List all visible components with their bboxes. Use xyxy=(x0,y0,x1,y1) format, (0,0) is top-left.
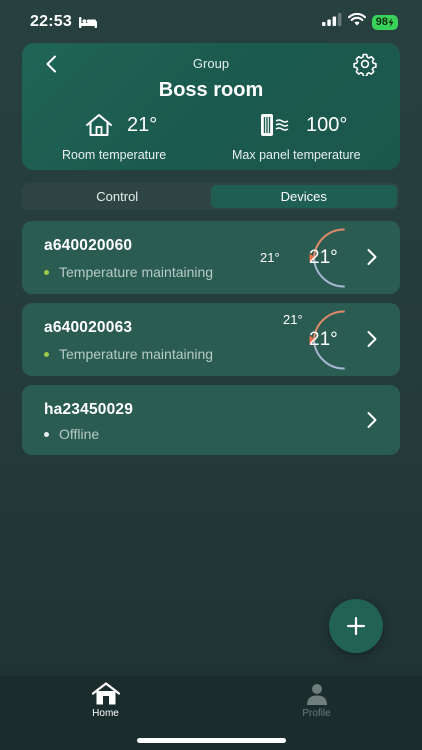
device-card[interactable]: a640020060 Temperature maintaining 21° 2… xyxy=(22,221,400,294)
device-card[interactable]: a640020063 Temperature maintaining 21° 2… xyxy=(22,303,400,376)
gauge-current-temp: 21° xyxy=(309,329,338,350)
tab-control[interactable]: Control xyxy=(24,185,211,208)
gear-icon xyxy=(353,53,377,76)
add-device-button[interactable] xyxy=(329,599,383,653)
gauge-arc xyxy=(309,310,345,370)
chevron-right-icon xyxy=(367,412,377,428)
status-dot xyxy=(44,431,49,437)
device-status: Temperature maintaining xyxy=(44,346,213,362)
status-dot xyxy=(44,269,49,275)
plus-icon xyxy=(346,616,366,636)
tab-devices[interactable]: Devices xyxy=(210,185,397,208)
device-status: Temperature maintaining xyxy=(44,264,213,280)
group-header-card: Group Boss room 21° Room temperature 100… xyxy=(22,43,400,170)
heater-panel-icon xyxy=(261,114,289,136)
device-name: ha23450029 xyxy=(44,401,134,418)
status-dot xyxy=(44,351,49,357)
room-temperature-label: Room temperature xyxy=(62,148,167,162)
wifi-icon xyxy=(347,12,366,31)
chevron-right-icon xyxy=(367,249,377,265)
device-status-text: Temperature maintaining xyxy=(59,264,214,280)
room-temperature-value: 21° xyxy=(127,113,158,136)
group-label: Group xyxy=(192,56,230,71)
chevron-right-icon xyxy=(367,331,377,347)
home-icon xyxy=(91,682,120,705)
max-panel-temperature-label: Max panel temperature xyxy=(232,148,361,162)
max-panel-temperature-metric: 100° xyxy=(260,113,347,137)
status-time: 22:53 xyxy=(30,13,72,30)
battery-level: 98 xyxy=(375,16,388,28)
status-bar: 22:53 98 xyxy=(0,0,422,44)
device-status-text: Offline xyxy=(59,426,100,442)
gauge-setpoint: 21° xyxy=(283,312,303,327)
max-panel-temperature-value: 100° xyxy=(306,113,348,136)
bed-icon xyxy=(78,15,98,29)
person-icon xyxy=(306,684,327,705)
gauge-setpoint: 21° xyxy=(260,250,280,265)
device-card[interactable]: ha23450029 Offline xyxy=(22,385,400,455)
page-title: Boss room xyxy=(158,79,264,101)
charging-bolt-icon xyxy=(388,17,394,27)
segmented-tabs: Control Devices xyxy=(22,183,399,210)
tabbar-label-profile: Profile xyxy=(302,708,331,719)
settings-button[interactable] xyxy=(352,51,378,77)
house-icon xyxy=(86,114,112,136)
device-status-text: Temperature maintaining xyxy=(59,346,214,362)
tabbar-label-home: Home xyxy=(92,708,119,719)
device-name: a640020060 xyxy=(44,237,133,254)
signal-icon xyxy=(321,13,342,31)
temperature-gauge: 21° 21° xyxy=(257,227,357,289)
room-temperature-metric: 21° xyxy=(85,113,157,137)
temperature-gauge: 21° 21° xyxy=(257,309,357,371)
gauge-current-temp: 21° xyxy=(309,247,338,268)
device-name: a640020063 xyxy=(44,319,133,336)
device-status: Offline xyxy=(44,426,99,442)
battery-indicator: 98 xyxy=(371,14,398,30)
home-indicator xyxy=(137,738,286,743)
